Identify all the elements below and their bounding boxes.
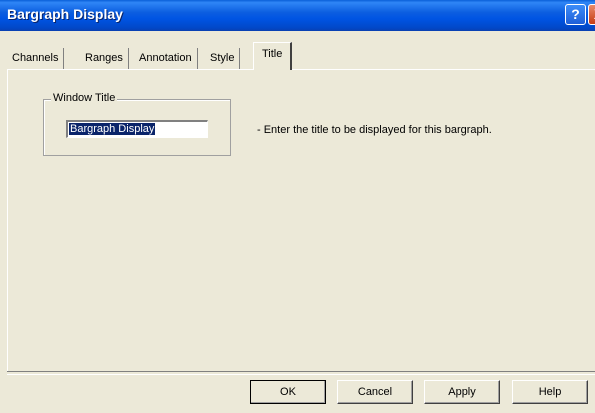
window-title-group-label: Window Title — [51, 92, 118, 104]
title-hint-text: - Enter the title to be displayed for th… — [257, 124, 492, 136]
cancel-button[interactable]: Cancel — [337, 380, 413, 404]
apply-button[interactable]: Apply — [424, 380, 500, 404]
title-bar[interactable]: Bargraph Display ? X — [0, 0, 595, 31]
close-icon[interactable]: X — [588, 4, 595, 25]
window-title-input[interactable]: Bargraph Display — [66, 120, 208, 138]
tab-channels[interactable]: Channels — [7, 48, 65, 69]
ok-button[interactable]: OK — [250, 380, 326, 404]
window-title-input-value: Bargraph Display — [69, 123, 156, 135]
window-title: Bargraph Display — [7, 6, 123, 22]
tab-style[interactable]: Style — [205, 48, 241, 69]
button-separator — [7, 371, 595, 375]
help-icon[interactable]: ? — [565, 4, 586, 25]
tab-ranges[interactable]: Ranges — [80, 48, 129, 69]
help-button[interactable]: Help — [512, 380, 588, 404]
tab-title[interactable]: Title — [253, 42, 293, 70]
dialog-window: Bargraph Display ? X Channels Ranges Ann… — [0, 0, 595, 413]
tab-annotation[interactable]: Annotation — [134, 48, 198, 69]
